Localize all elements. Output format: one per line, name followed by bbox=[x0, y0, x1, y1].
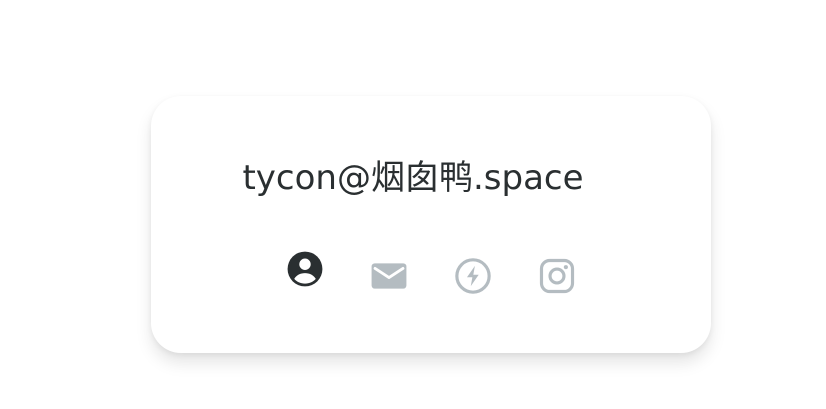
page: tycon@烟囱鸭.space bbox=[0, 0, 826, 409]
account-circle-icon[interactable] bbox=[285, 249, 325, 289]
instagram-icon[interactable] bbox=[537, 256, 577, 296]
email-icon[interactable] bbox=[369, 256, 409, 296]
contact-card bbox=[151, 96, 711, 353]
lightning-circle-icon[interactable] bbox=[453, 256, 493, 296]
contact-handle: tycon@烟囱鸭.space bbox=[242, 158, 584, 198]
